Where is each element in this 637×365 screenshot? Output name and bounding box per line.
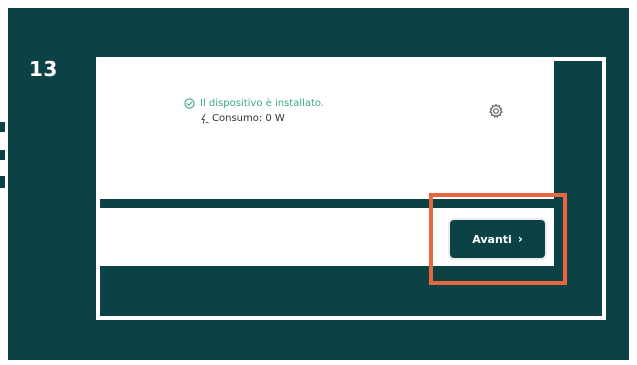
lightning-bolt-icon xyxy=(201,113,209,124)
device-status-panel: Il dispositivo è installato. Consumo: 0 … xyxy=(100,61,554,199)
highlight-box xyxy=(429,193,567,285)
consumption-info: Consumo: 0 W xyxy=(200,113,285,124)
consumption-text: Consumo: 0 W xyxy=(212,113,285,124)
step-number: 13 xyxy=(29,57,58,81)
gear-icon[interactable] xyxy=(488,103,504,119)
device-status: Il dispositivo è installato. xyxy=(184,98,324,109)
check-circle-icon xyxy=(184,98,195,109)
device-status-text: Il dispositivo è installato. xyxy=(200,98,325,109)
